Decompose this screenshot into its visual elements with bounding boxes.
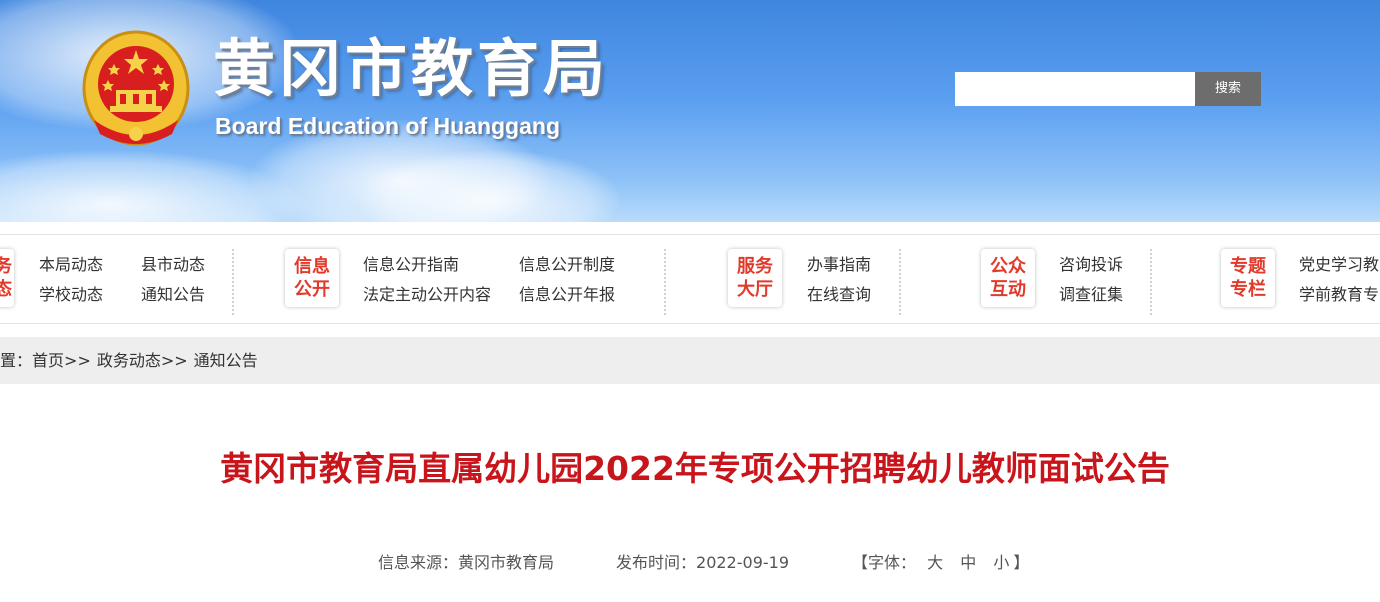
- badge-line: 互动: [990, 279, 1026, 300]
- nav-link[interactable]: 信息公开制度: [519, 255, 615, 275]
- badge-line: 务: [0, 256, 12, 277]
- nav-link[interactable]: 学校动态: [39, 285, 103, 305]
- breadcrumb-prefix: 位置：: [0, 351, 33, 370]
- article-date: 发布时间：2022-09-19: [616, 552, 789, 574]
- breadcrumb-link-notices[interactable]: 通知公告: [194, 337, 258, 384]
- font-size-medium-link[interactable]: 中: [960, 553, 976, 572]
- badge-line: 公众: [990, 256, 1026, 277]
- breadcrumb-separator: >>: [64, 351, 91, 370]
- font-size-close: 】: [1013, 553, 1030, 572]
- source-value: 黄冈市教育局: [458, 553, 555, 572]
- search-button[interactable]: 搜索: [1195, 72, 1261, 106]
- nav-divider: [1150, 249, 1152, 315]
- nav-link[interactable]: 办事指南: [807, 255, 871, 275]
- nav-link[interactable]: 县市动态: [141, 255, 205, 275]
- nav-link[interactable]: 法定主动公开内容: [363, 285, 491, 305]
- nav-badge-service-hall[interactable]: 服务 大厅: [728, 249, 782, 307]
- nav-link[interactable]: 信息公开年报: [519, 285, 615, 305]
- site-title: 黄冈市教育局: [213, 32, 610, 105]
- nav-link[interactable]: 信息公开指南: [363, 255, 459, 275]
- breadcrumb-link-gov-news[interactable]: 政务动态: [97, 337, 161, 384]
- main-nav: 务 态 本局动态 县市动态 学校动态 通知公告 信息 公开 信息公开指南 信息公…: [0, 234, 1380, 324]
- font-size-large-link[interactable]: 大: [927, 553, 943, 572]
- badge-line: 专栏: [1230, 279, 1266, 300]
- nav-divider: [232, 249, 234, 315]
- nav-badge-special-topics[interactable]: 专题 专栏: [1221, 249, 1275, 307]
- badge-line: 专题: [1230, 256, 1266, 277]
- nav-link[interactable]: 调查征集: [1059, 285, 1123, 305]
- font-size-switcher: 【字体： 大 中 小】: [852, 552, 1029, 574]
- nav-badge-public-interaction[interactable]: 公众 互动: [981, 249, 1035, 307]
- site-subtitle: Board Education of Huanggang: [215, 113, 560, 139]
- badge-line: 公开: [294, 279, 330, 300]
- article-title: 黄冈市教育局直属幼儿园2022年专项公开招聘幼儿教师面试公告: [220, 449, 1170, 488]
- cloud-decoration: [0, 150, 300, 222]
- nav-link[interactable]: 在线查询: [807, 285, 871, 305]
- font-size-label: 【字体：: [852, 553, 917, 572]
- nav-link[interactable]: 党史学习教: [1299, 255, 1379, 275]
- nav-link[interactable]: 通知公告: [141, 285, 205, 305]
- date-label: 发布时间：: [616, 553, 697, 572]
- header-banner: 黄冈市教育局 Board Education of Huanggang 搜索: [0, 0, 1380, 222]
- breadcrumb: 位置：首页>>政务动态>>通知公告: [0, 337, 1380, 384]
- national-emblem-icon: [82, 30, 190, 146]
- breadcrumb-separator: >>: [160, 351, 188, 370]
- source-label: 信息来源：: [378, 553, 459, 572]
- nav-divider: [899, 249, 901, 315]
- search-input[interactable]: [955, 72, 1195, 106]
- badge-line: 态: [0, 279, 12, 300]
- font-size-small-link[interactable]: 小: [993, 553, 1009, 572]
- article-source: 信息来源：黄冈市教育局: [378, 552, 554, 574]
- nav-link[interactable]: 咨询投诉: [1059, 255, 1123, 275]
- nav-badge-gov-news[interactable]: 务 态: [0, 249, 14, 307]
- badge-line: 信息: [294, 256, 330, 277]
- date-value: 2022-09-19: [696, 553, 789, 572]
- nav-badge-info-disclosure[interactable]: 信息 公开: [285, 249, 339, 307]
- breadcrumb-link-home[interactable]: 首页: [32, 337, 64, 384]
- badge-line: 服务: [737, 256, 773, 277]
- nav-divider: [664, 249, 666, 315]
- badge-line: 大厅: [737, 279, 773, 300]
- nav-link[interactable]: 学前教育专: [1299, 285, 1379, 305]
- nav-link[interactable]: 本局动态: [39, 255, 103, 275]
